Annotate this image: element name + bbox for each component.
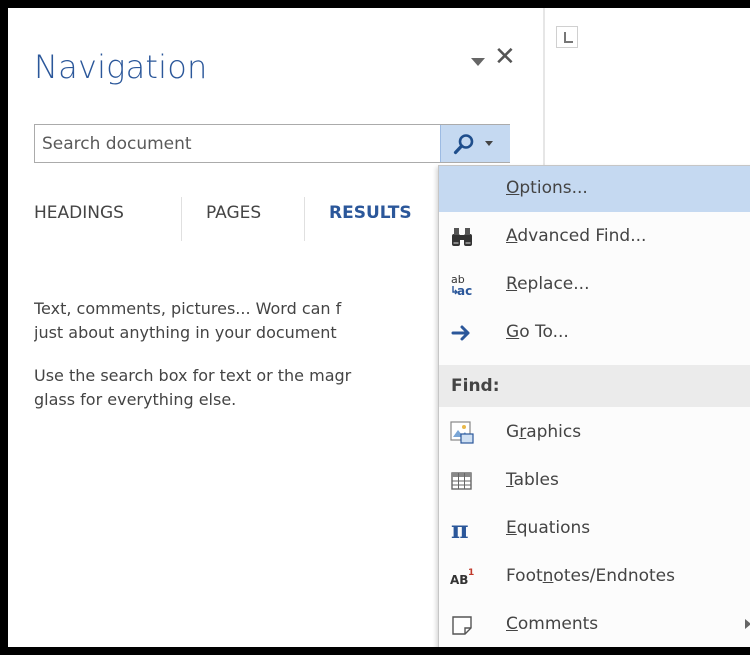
svg-text:AB: AB bbox=[450, 573, 468, 587]
menu-item-footnotes-endnotes[interactable]: AB 1 Footnotes/Endnotes bbox=[439, 554, 750, 600]
search-input[interactable] bbox=[35, 125, 435, 162]
menu-item-go-to[interactable]: Go To... bbox=[439, 310, 750, 356]
menu-item-label: Tables bbox=[506, 470, 559, 490]
tab-separator bbox=[304, 197, 305, 241]
tab-headings[interactable]: HEADINGS bbox=[34, 203, 124, 223]
help-line: Use the search box for text or the magr bbox=[34, 366, 352, 385]
menu-item-options[interactable]: Options... bbox=[439, 166, 750, 212]
menu-item-advanced-find[interactable]: Advanced Find... bbox=[439, 214, 750, 260]
menu-item-label: Comments bbox=[506, 614, 599, 634]
comment-icon bbox=[452, 616, 472, 635]
menu-item-label: Replace... bbox=[506, 274, 590, 294]
binoculars-icon bbox=[452, 228, 472, 246]
svg-text:1: 1 bbox=[468, 568, 474, 578]
table-icon bbox=[451, 472, 472, 490]
menu-item-label: Graphics bbox=[506, 422, 582, 442]
magnifier-icon bbox=[453, 134, 474, 155]
help-line: glass for everything else. bbox=[34, 390, 237, 409]
pi-icon: π bbox=[451, 517, 469, 541]
submenu-arrow-icon bbox=[745, 619, 750, 629]
tab-results[interactable]: RESULTS bbox=[329, 203, 412, 223]
menu-item-label: Options... bbox=[506, 178, 588, 198]
help-line: just about anything in your document bbox=[34, 323, 337, 342]
results-help-text: Text, comments, pictures... Word can f j… bbox=[34, 297, 439, 431]
pane-divider bbox=[543, 8, 545, 168]
svg-text:π: π bbox=[451, 517, 469, 541]
search-button[interactable] bbox=[440, 125, 510, 162]
graphics-icon bbox=[450, 421, 474, 444]
menu-item-replace[interactable]: ab ac Replace... bbox=[439, 262, 750, 308]
menu-item-label: Footnotes/Endnotes bbox=[506, 566, 675, 586]
help-paragraph: Text, comments, pictures... Word can f j… bbox=[34, 297, 439, 345]
pane-options-dropdown-icon[interactable] bbox=[471, 58, 485, 66]
find-section-header: Find: bbox=[439, 365, 750, 407]
menu-item-equations[interactable]: π Equations bbox=[439, 506, 750, 552]
help-line: Text, comments, pictures... Word can f bbox=[34, 299, 342, 318]
menu-item-label: Advanced Find... bbox=[506, 226, 647, 246]
chevron-down-icon[interactable] bbox=[485, 141, 493, 146]
tab-pages[interactable]: PAGES bbox=[206, 203, 261, 223]
search-box bbox=[34, 124, 510, 163]
svg-text:ac: ac bbox=[457, 284, 472, 297]
close-icon[interactable]: ✕ bbox=[494, 44, 516, 70]
search-options-menu: Options... Advanced Find... ab ac Replac… bbox=[438, 165, 750, 647]
menu-item-comments[interactable]: Comments bbox=[439, 602, 750, 647]
replace-icon: ab ac bbox=[451, 273, 472, 297]
word-window: Navigation ✕ HEADINGS PAGES RESULTS Text… bbox=[8, 8, 750, 647]
menu-item-graphics[interactable]: Graphics bbox=[439, 410, 750, 456]
help-paragraph: Use the search box for text or the magr … bbox=[34, 364, 439, 412]
footnote-icon: AB 1 bbox=[450, 568, 474, 587]
tab-separator bbox=[181, 197, 182, 241]
ruler-tab-selector-icon[interactable] bbox=[556, 26, 578, 48]
menu-item-label: Equations bbox=[506, 518, 591, 538]
menu-item-label: Go To... bbox=[506, 322, 569, 342]
find-section-title: Find: bbox=[451, 376, 500, 396]
menu-item-tables[interactable]: Tables bbox=[439, 458, 750, 504]
pane-title: Navigation bbox=[34, 48, 208, 86]
arrow-right-icon bbox=[451, 325, 470, 341]
